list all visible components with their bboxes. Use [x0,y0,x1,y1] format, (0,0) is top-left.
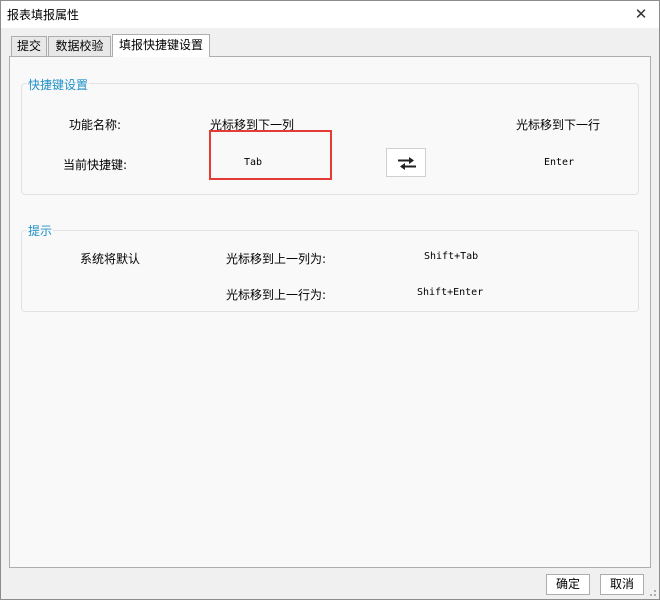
cancel-button[interactable]: 取消 [600,574,644,595]
tab-shortcut-settings[interactable]: 填报快捷键设置 [112,34,210,57]
title-bar: 报表填报属性 ✕ [1,1,659,28]
previous-row-shortcut: Shift+Enter [417,287,484,298]
hint-group-title: 提示 [27,222,54,239]
function-next-row: 光标移到下一行 [516,118,601,132]
function-name-label: 功能名称: [69,118,122,132]
highlight-annotation-box [209,130,332,180]
window-title: 报表填报属性 [7,8,80,22]
current-shortcut-label: 当前快捷键: [63,158,128,172]
hint-group [21,230,639,312]
close-icon: ✕ [634,5,648,23]
swap-shortcuts-button[interactable] [386,148,426,177]
system-default-label: 系统将默认 [80,252,141,266]
previous-row-label: 光标移到上一行为: [226,288,327,302]
resize-grip-icon[interactable] [647,587,657,597]
tab-data-validation[interactable]: 数据校验 [48,36,111,57]
properties-dialog: 报表填报属性 ✕ 提交 数据校验 填报快捷键设置 快捷键设置 功能名称: 光标移… [0,0,660,600]
previous-column-shortcut: Shift+Tab [424,251,479,262]
ok-button[interactable]: 确定 [546,574,590,595]
previous-column-label: 光标移到上一列为: [226,252,327,266]
swap-arrows-icon [398,157,416,170]
next-row-shortcut-key[interactable]: Enter [544,157,574,168]
shortcut-settings-group-title: 快捷键设置 [27,76,90,93]
tab-submit[interactable]: 提交 [11,36,47,57]
close-button[interactable]: ✕ [627,3,655,25]
